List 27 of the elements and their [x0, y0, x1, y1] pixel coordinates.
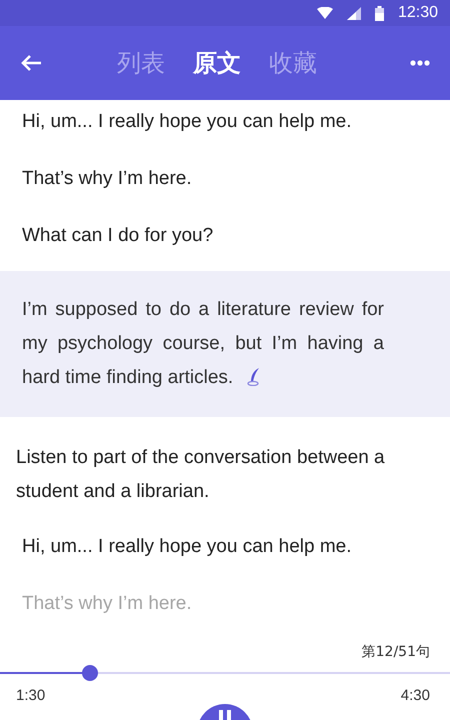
wifi-icon: [316, 7, 333, 19]
status-time: 12:30: [398, 4, 438, 22]
sentence[interactable]: What can I do for you?: [0, 214, 236, 271]
sentence-counter: 第12/51句: [362, 643, 430, 661]
highlighted-sentence[interactable]: I’m supposed to do a literature review for my psychology course, but I’m having a hard time finding articles.: [0, 271, 450, 417]
sentence[interactable]: That’s why I’m here.: [0, 157, 214, 214]
sentence-text: What can I do for you?: [22, 224, 214, 248]
sentence[interactable]: Listen to part of the conversation between a student and a librarian.: [0, 417, 450, 525]
elapsed-time: 1:30: [16, 687, 46, 704]
pause-icon: [217, 710, 233, 720]
sentence-text: Hi, um... I really hope you can help me.: [22, 110, 352, 134]
more-icon[interactable]: [410, 60, 430, 66]
sentence-text: I’m supposed to do a literature review for my psychology course, but I’m having a hard time finding articles.: [22, 298, 384, 390]
quill-icon[interactable]: [247, 368, 262, 386]
signal-icon: [346, 6, 361, 20]
total-time: 4:30: [400, 687, 430, 704]
tab[interactable]: 原文: [193, 47, 241, 79]
sentence-text: Listen to part of the conversation between a student and a librarian.: [16, 446, 386, 504]
progress-slider[interactable]: [0, 665, 450, 681]
slider-thumb[interactable]: [82, 665, 98, 681]
sentence-text: That’s why I’m here.: [22, 592, 192, 616]
sentence-text: Hi, um... I really hope you can help me.: [22, 535, 352, 559]
sentence[interactable]: Hi, um... I really hope you can help me.: [0, 100, 374, 157]
sentence[interactable]: Hi, um... I really hope you can help me.: [0, 525, 374, 582]
back-icon[interactable]: [20, 54, 42, 72]
battery-icon: [374, 6, 384, 20]
sentence-text: That’s why I’m here.: [22, 167, 192, 191]
